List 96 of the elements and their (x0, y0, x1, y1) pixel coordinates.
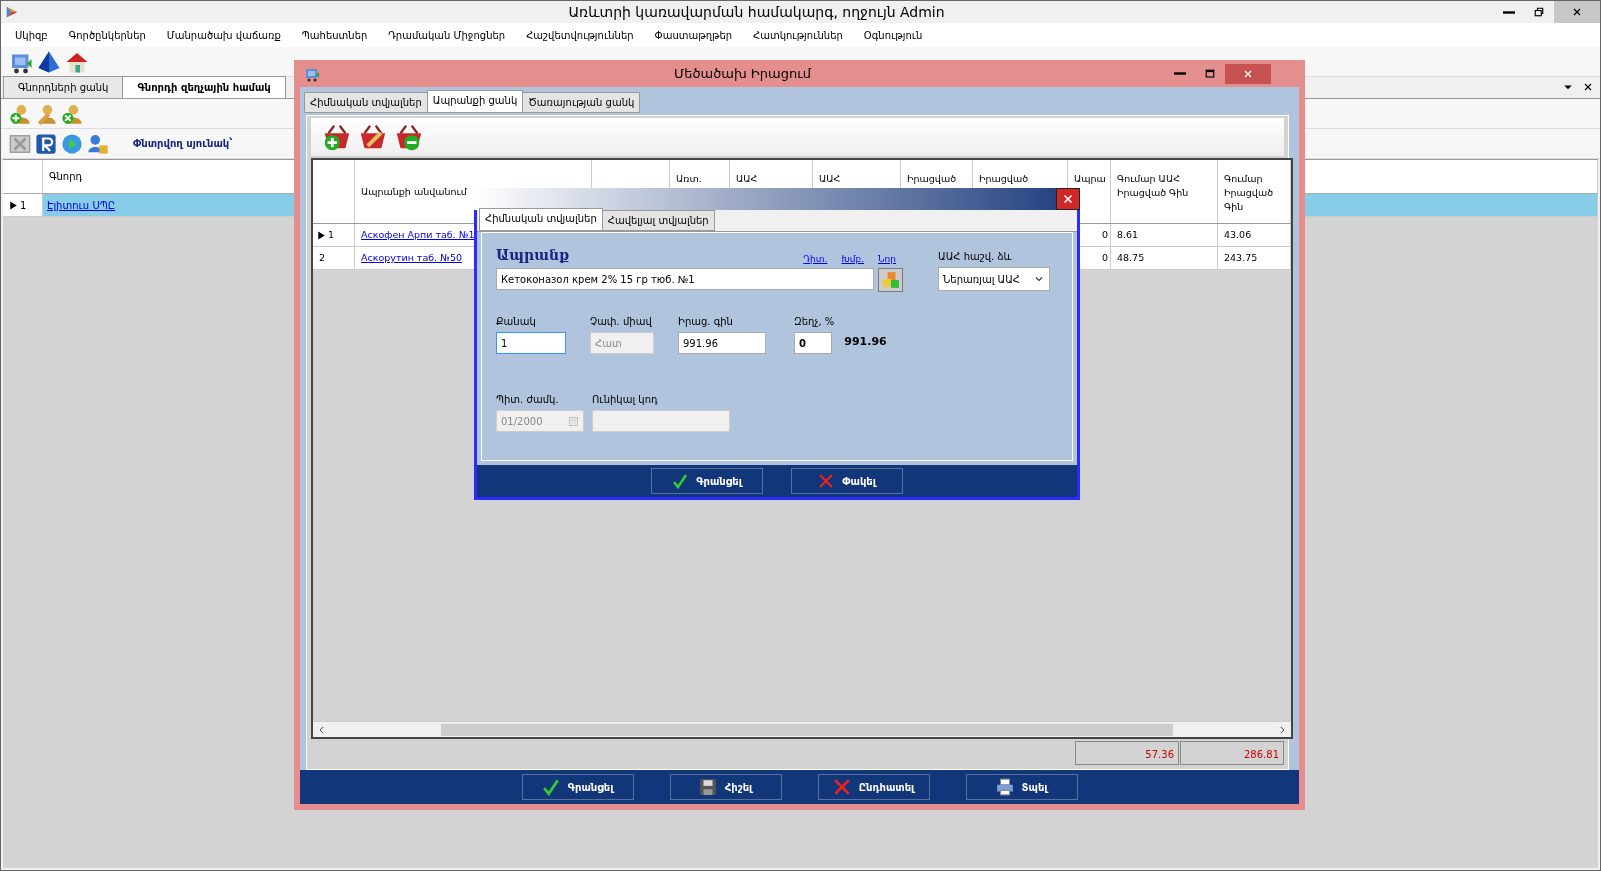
column-header: Ապրա (1074, 173, 1106, 184)
check-button[interactable]: Գրանցել (651, 468, 763, 494)
link[interactable]: Դիտ. (803, 252, 828, 266)
tab[interactable]: Հիմնական տվյալներ (304, 92, 428, 113)
column-header: ԱԱՀ (819, 173, 841, 184)
column-header: Իրացված (907, 173, 957, 184)
menu-item[interactable]: Մանրածախ վաճառք (166, 27, 281, 43)
field-label: Քանակ (496, 315, 537, 329)
window-title: Մեծածախ Իրացում (672, 64, 813, 83)
input-field: Հատ (590, 332, 654, 354)
column-header: Գումար Իրացված Գին (1224, 173, 1274, 212)
pyramid-icon[interactable] (37, 49, 61, 74)
menu-item[interactable]: Պահեստներ (301, 27, 368, 43)
menu-item[interactable]: Օգնություն (863, 27, 923, 43)
person-add-icon[interactable] (9, 102, 31, 125)
link[interactable]: Խմբ. (841, 252, 864, 266)
menu-item[interactable]: Փաստաթղթեր (654, 27, 733, 43)
date-field: 01/2000 (496, 410, 584, 432)
calendar-icon (568, 415, 579, 427)
menu-item[interactable]: Հատկություններ (753, 27, 843, 43)
row-number: 1 (20, 198, 27, 213)
table-cell-text: 0 (1101, 227, 1108, 242)
check-icon (672, 473, 689, 489)
tab[interactable]: Ծառայության ցանկ (522, 92, 641, 113)
total-cell: 286.81 (1180, 741, 1284, 765)
product-picker-button[interactable] (878, 268, 903, 292)
cross-icon (832, 778, 851, 796)
minimize-icon (1174, 71, 1186, 76)
tab[interactable]: Հավելյալ տվյալներ (601, 210, 715, 231)
user-lock-icon[interactable] (87, 132, 109, 155)
menu-item[interactable]: Գործընկերներ (68, 27, 146, 43)
column-header: Առտ. (676, 173, 702, 184)
printer-icon (995, 778, 1014, 796)
field-label: Ունիկալ կոդ (592, 393, 659, 407)
column-header: Գումար ԱԱՀ Իրացված Գին (1117, 173, 1189, 198)
column-header: Գնորդ (49, 170, 83, 184)
row-number: 1 (328, 227, 335, 242)
input-field[interactable]: 991.96 (678, 332, 766, 354)
row-number: 2 (319, 250, 326, 265)
window-title: Առևտրի կառավարման համակարգ, ողջույն Admin (567, 2, 946, 22)
menu-item[interactable]: Հաշվետվություններ (526, 27, 634, 43)
line-total: 991.96 (844, 333, 887, 350)
input-field[interactable]: 0 (794, 332, 832, 354)
refresh-icon[interactable] (35, 132, 57, 155)
close-button[interactable] (1056, 188, 1080, 210)
table-cell-text: 43.06 (1224, 227, 1252, 242)
check-icon (541, 778, 560, 796)
print-button[interactable]: Տպել (965, 774, 1078, 800)
menu-item[interactable]: Սկիզբ (15, 27, 48, 43)
scroll-left-icon[interactable] (317, 724, 327, 735)
person-edit-icon[interactable] (35, 102, 57, 125)
check-button[interactable]: Գրանցել (521, 774, 634, 800)
column-header: ԱԱՀ (736, 173, 758, 184)
vat-method-label: ԱԱՀ հաշվ. ձև (938, 250, 1013, 264)
field-label: Չափ. միավ (590, 315, 653, 329)
table-cell-text: 243.75 (1224, 250, 1258, 265)
total-cell: 57.36 (1075, 741, 1179, 765)
restore-icon (1533, 6, 1545, 18)
menu-item[interactable]: Դրամական Միջոցներ (388, 27, 506, 43)
tab[interactable]: Հիմնական տվյալներ (479, 208, 603, 231)
floppy-icon (698, 778, 717, 796)
save-button[interactable]: Հիշել (669, 774, 782, 800)
logo-icon (5, 5, 19, 19)
input-field[interactable]: 1 (496, 332, 566, 354)
product-link[interactable]: Аскорутин таб. №50 (361, 250, 463, 266)
tab[interactable]: Ապրանքի ցանկ (426, 90, 524, 113)
field-label: Իրաց. գին (678, 315, 734, 329)
link[interactable]: Նոր (878, 252, 896, 266)
play-icon[interactable] (61, 132, 83, 155)
field-label: Պիտ. ժամկ. (496, 393, 560, 407)
close-button[interactable]: Փակել (791, 468, 903, 494)
close-icon (1571, 6, 1583, 18)
product-field[interactable]: Кетоконазол крем 2% 15 гр тюб. №1 (496, 268, 874, 290)
table-cell-text: 0 (1101, 250, 1108, 265)
product-link[interactable]: Аскофен Арпи таб. №1 (361, 227, 475, 243)
cubes-icon (881, 271, 900, 289)
product-label: Ապրանք (496, 246, 570, 265)
cross-icon (818, 473, 835, 489)
cancel-button[interactable]: Ընդհատել (817, 774, 930, 800)
field-label: Զեղչ, % (794, 315, 835, 329)
vat-method-select[interactable]: Ներառյալ ԱԱՀ (938, 267, 1050, 291)
column-header: Ապրանքի անվանում (361, 184, 467, 199)
close-icon (1061, 192, 1075, 206)
table-cell-text: 8.61 (1117, 227, 1139, 242)
document-tab[interactable]: Գնորդների ցանկ (3, 76, 124, 98)
maximize-icon (1204, 67, 1216, 80)
scroll-right-icon[interactable] (1277, 724, 1287, 735)
person-remove-icon[interactable] (61, 102, 83, 125)
minimize-icon (1503, 9, 1515, 15)
scrollbar-thumb[interactable] (441, 723, 1173, 736)
search-column-label: Փնտրվող սյունակ՝ (132, 136, 233, 151)
customer-link[interactable]: Էլիտուս ՍՊԸ (47, 197, 116, 213)
close-icon[interactable] (1582, 81, 1594, 93)
table-cell-text: 48.75 (1117, 250, 1145, 265)
column-header: Իրացված (979, 173, 1029, 184)
document-tab[interactable]: Գնորդի զեղչային համակ (122, 76, 286, 98)
